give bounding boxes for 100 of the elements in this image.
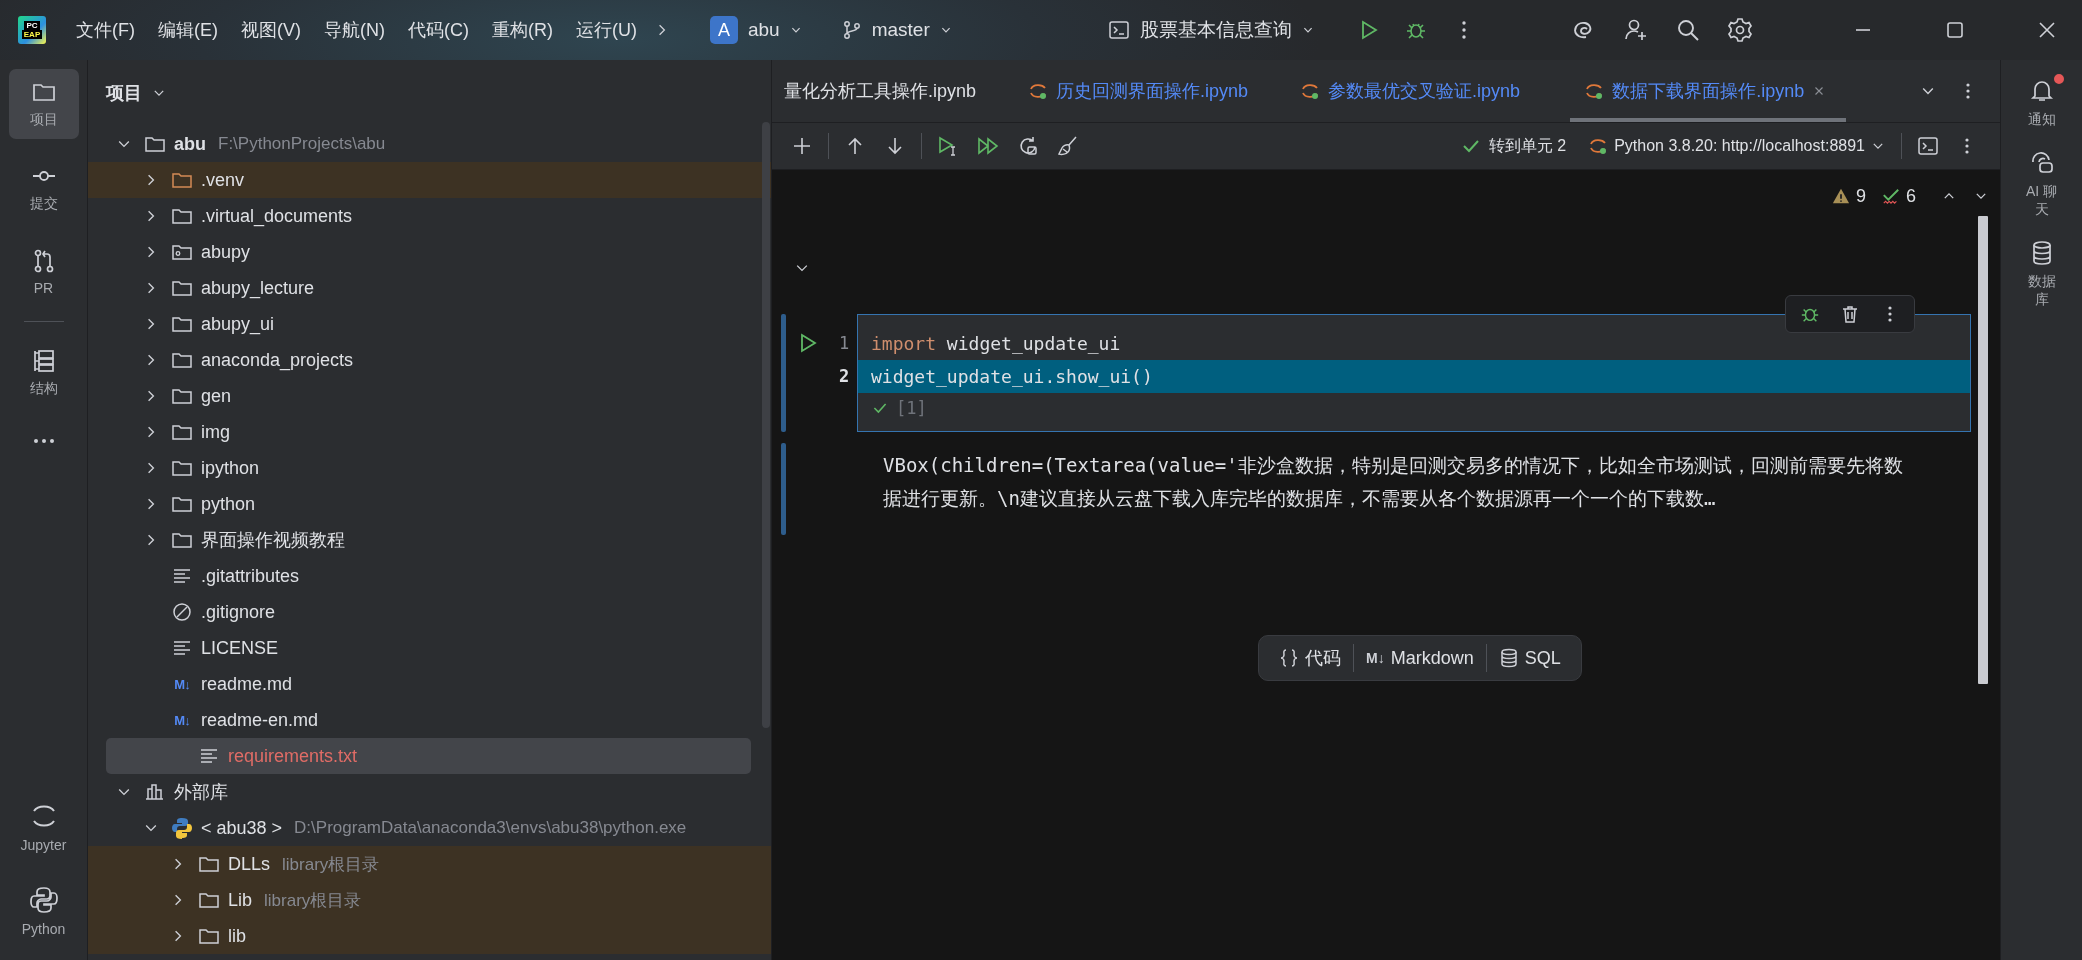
editor-tab[interactable]: 量化分析工具操作.ipynb [782, 60, 997, 122]
item-name: < abu38 > [201, 817, 283, 839]
item-name: readme-en.md [201, 709, 319, 731]
tree-item[interactable]: .gitignore [88, 594, 771, 630]
branch-selector[interactable]: master [841, 19, 952, 41]
item-name: abupy_ui [201, 313, 275, 335]
menu-item[interactable]: 运行(U) [576, 18, 637, 42]
execution-count: [1] [858, 393, 1970, 423]
item-name: lib [228, 925, 246, 947]
tree-item[interactable]: .virtual_documents [88, 198, 771, 234]
tool-window-button[interactable]: AI 聊天 [2011, 150, 2072, 218]
jupyter-icon [1588, 136, 1609, 156]
scrollbar[interactable] [762, 122, 770, 728]
tool-window-button[interactable]: 通知 [2011, 78, 2072, 128]
tree-item[interactable]: anaconda_projects [88, 342, 771, 378]
tree-item[interactable]: gen [88, 378, 771, 414]
tree-item[interactable]: python [88, 486, 771, 522]
editor-tab[interactable]: 历史回测界面操作.ipynb [1026, 60, 1269, 122]
add-icon[interactable] [791, 135, 813, 157]
item-path: D:\ProgramData\anaconda3\envs\abu38\python.exe [294, 818, 687, 838]
add-cell-button[interactable]: M↓ Markdown [1354, 641, 1486, 675]
cell-output: VBox(children=(Textarea(value='非沙盒数据，特别是回测交易多的情况下，比如全市场测试，回测前需要先将数据进行更新。\n建议直接从云盘下载入库完毕的数据库，不需要从各个数据源再一个一个的下载数… [883, 453, 1904, 511]
project-selector[interactable]: A abu [710, 16, 802, 44]
code-cell[interactable]: import widget_update_ui widget_update_ui.show_ui() [1] [857, 314, 1971, 432]
tool-window-button[interactable]: 结构 [8, 338, 79, 408]
menu-item[interactable]: 重构(R) [492, 18, 553, 42]
maximize-icon[interactable] [1944, 19, 1966, 41]
terminal-icon[interactable] [1917, 135, 1939, 157]
menu-item[interactable]: 代码(C) [408, 18, 469, 42]
item-name: 界面操作视频教程 [201, 529, 345, 552]
typos-count[interactable]: 6 [1882, 185, 1916, 207]
tree-item[interactable]: Lib library根目录 [88, 882, 771, 918]
panel-title[interactable]: 项目 [106, 81, 142, 105]
tool-window-button[interactable]: Python [8, 876, 79, 946]
line-number: 2 [837, 365, 851, 386]
ignore-icon [171, 601, 193, 623]
run-all-icon[interactable] [977, 135, 999, 157]
menu-item[interactable]: 文件(F) [76, 18, 135, 42]
tree-item[interactable]: < abu38 > D:\ProgramData\anaconda3\envs\abu38\python.exe [88, 810, 771, 846]
menu-item[interactable]: 编辑(E) [158, 18, 218, 42]
item-name: DLLs [228, 853, 271, 875]
tree-item[interactable]: img [88, 414, 771, 450]
item-name: python [201, 493, 256, 515]
kernel-selector[interactable]: Python 3.8.20: http://localhost:8891 [1588, 136, 1885, 156]
run-configuration[interactable]: 股票基本信息查询 [1108, 17, 1314, 43]
python-icon [28, 885, 59, 915]
line-number: 1 [837, 332, 851, 353]
item-name: .venv [201, 169, 245, 191]
tree-item[interactable]: 界面操作视频教程 [88, 522, 771, 558]
item-name: readme.md [201, 673, 293, 695]
warnings-count[interactable]: 9 [1831, 185, 1866, 207]
item-name: ipython [201, 457, 260, 479]
tree-item[interactable]: abupy_lecture [88, 270, 771, 306]
item-name: LICENSE [201, 637, 279, 659]
tree-item[interactable]: LICENSE [88, 630, 771, 666]
menu-item[interactable]: 视图(V) [241, 18, 301, 42]
add-user-icon[interactable] [1623, 17, 1649, 43]
tree-item[interactable]: abupy_ui [88, 306, 771, 342]
item-name: 外部库 [174, 781, 228, 804]
editor-tab[interactable]: 参数最优交叉验证.ipynb [1298, 60, 1541, 122]
goto-cell-button[interactable]: 转到单元 2 [1460, 135, 1567, 157]
tool-window-button[interactable]: PR [8, 237, 79, 307]
tree-item[interactable]: abupy [88, 234, 771, 270]
add-cell-button[interactable]: 代码 [1267, 640, 1353, 676]
add-cell-button[interactable]: SQL [1486, 641, 1573, 675]
menu-item[interactable]: 导航(N) [324, 18, 385, 42]
broom-icon[interactable] [1057, 135, 1079, 157]
search-icon[interactable] [1675, 17, 1701, 43]
item-name: Lib [228, 889, 253, 911]
settings-icon[interactable] [1727, 17, 1753, 43]
tree-item[interactable]: .venv [88, 162, 771, 198]
delete-icon[interactable] [1840, 304, 1860, 324]
tool-window-button[interactable]: 项目 [8, 69, 79, 139]
tree-item[interactable]: DLLs library根目录 [88, 846, 771, 882]
tree-item[interactable]: 外部库 [88, 774, 771, 810]
tree-item[interactable]: ipython [88, 450, 771, 486]
scrollbar[interactable] [1978, 216, 1988, 684]
tree-item[interactable]: abu F:\PythonProjects\abu [88, 126, 771, 162]
tree-item[interactable]: lib [88, 918, 771, 954]
jupyter-icon [1028, 81, 1049, 101]
item-name: abupy_lecture [201, 277, 315, 299]
item-name: requirements.txt [228, 745, 358, 767]
tool-window-button[interactable]: Jupyter [8, 792, 79, 862]
library-icon [144, 781, 166, 803]
branch-icon [841, 20, 862, 40]
tree-item[interactable]: M↓ readme-en.md [88, 702, 771, 738]
python-icon [171, 817, 193, 839]
braces-icon [1279, 648, 1299, 668]
jupyter-icon [1300, 81, 1321, 101]
item-path: F:\PythonProjects\abu [218, 134, 386, 154]
tree-item[interactable]: .gitattributes [88, 558, 771, 594]
tool-window-button[interactable]: 提交 [8, 153, 79, 223]
tree-item[interactable]: M↓ readme.md [88, 666, 771, 702]
database-icon [1498, 648, 1519, 668]
code-line: import widget_update_ui [870, 332, 1122, 356]
jupyter-icon [1584, 81, 1605, 101]
tool-window-button[interactable]: 数据库 [2011, 240, 2072, 308]
app-logo[interactable]: PC EAP [18, 16, 46, 44]
run-icon[interactable] [798, 332, 818, 353]
restart-icon[interactable] [1017, 135, 1039, 157]
